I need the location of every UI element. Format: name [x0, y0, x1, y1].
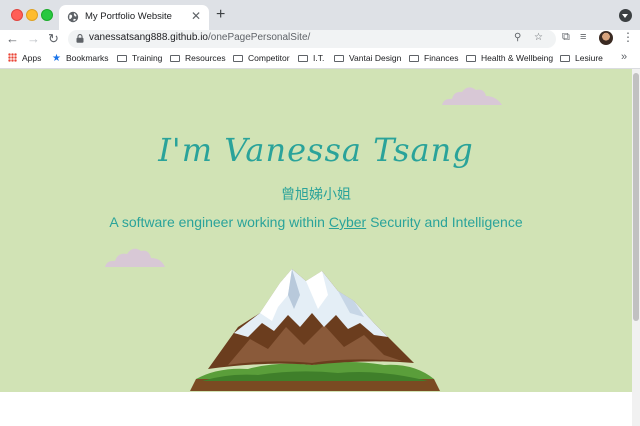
tab-strip: My Portfolio Website ✕ +	[0, 0, 640, 30]
bookmark-star-icon[interactable]: ☆	[534, 32, 543, 43]
more-menu-icon[interactable]: ⋮	[622, 30, 634, 44]
cyber-link[interactable]: Cyber	[329, 214, 366, 230]
globe-icon	[67, 11, 79, 23]
scrollbar-thumb[interactable]	[633, 73, 639, 321]
mountain-illustration	[190, 269, 440, 391]
bookmark-folder-health-wellbeing[interactable]: Health & Wellbeing	[466, 53, 553, 63]
forward-arrow-icon[interactable]: →	[27, 30, 40, 48]
minimize-window-button[interactable]	[26, 9, 38, 21]
tagline-text-end: Security and Intelligence	[366, 214, 523, 230]
maximize-window-button[interactable]	[41, 9, 53, 21]
tagline-text-start: A software engineer working within	[109, 214, 329, 230]
lock-icon	[76, 34, 84, 43]
tab-search-button[interactable]	[619, 9, 632, 22]
url-path: /onePagePersonalSite/	[207, 32, 311, 43]
hero-tagline: A software engineer working within Cyber…	[0, 214, 632, 230]
bookmark-bookmarks[interactable]: ★ Bookmarks	[52, 53, 108, 64]
url-host: vanessatsang888.github.io	[89, 32, 208, 43]
star-icon: ★	[52, 53, 61, 64]
tab-title: My Portfolio Website	[85, 11, 172, 22]
cloud-icon	[105, 248, 165, 267]
close-window-button[interactable]	[11, 9, 23, 21]
close-icon[interactable]: ✕	[191, 9, 201, 23]
back-arrow-icon[interactable]: ←	[6, 30, 19, 48]
bookmark-folder-vantai-design[interactable]: Vantai Design	[334, 53, 401, 63]
folder-icon	[233, 55, 243, 62]
folder-icon	[560, 55, 570, 62]
extensions-puzzle-icon[interactable]: ⧉	[562, 31, 570, 44]
folder-icon	[117, 55, 127, 62]
bookmark-folder-competitor[interactable]: Competitor	[233, 53, 290, 63]
tab-active[interactable]: My Portfolio Website ✕	[59, 5, 209, 30]
page-below-fold	[0, 392, 632, 426]
cloud-icon	[442, 87, 502, 105]
reload-icon[interactable]: ↻	[48, 30, 59, 48]
folder-icon	[298, 55, 308, 62]
hero-section: I'm Vanessa Tsang 曾旭娣小姐 A software engin…	[0, 69, 632, 392]
bookmark-folder-resources[interactable]: Resources	[170, 53, 226, 63]
reading-list-icon[interactable]: ≡	[580, 31, 586, 43]
folder-icon	[466, 55, 476, 62]
bookmark-apps[interactable]: Apps	[8, 53, 41, 63]
url-text[interactable]: vanessatsang888.github.io/onePagePersona…	[89, 32, 310, 43]
apps-grid-icon	[8, 53, 17, 62]
more-bookmarks-button[interactable]: »	[621, 51, 627, 63]
bookmark-folder-lesiure[interactable]: Lesiure	[560, 53, 603, 63]
bookmark-folder-training[interactable]: Training	[117, 53, 162, 63]
folder-icon	[334, 55, 344, 62]
profile-avatar[interactable]	[599, 31, 613, 45]
bookmarks-bar: Apps ★ Bookmarks Training Resources Compe…	[0, 48, 640, 69]
folder-icon	[409, 55, 419, 62]
zoom-icon[interactable]: ⚲	[514, 32, 521, 43]
hero-name: I'm Vanessa Tsang	[158, 131, 474, 169]
bookmark-folder-it[interactable]: I.T.	[298, 53, 324, 63]
address-bar[interactable]: vanessatsang888.github.io/onePagePersona…	[68, 30, 556, 48]
folder-icon	[170, 55, 180, 62]
hero-chinese-name: 曾旭娣小姐	[281, 186, 351, 202]
page-scrollbar[interactable]	[632, 69, 640, 426]
new-tab-button[interactable]: +	[216, 6, 225, 24]
bookmark-folder-finances[interactable]: Finances	[409, 53, 459, 63]
browser-toolbar: ← → ↻ vanessatsang888.github.io/onePageP…	[0, 30, 640, 48]
